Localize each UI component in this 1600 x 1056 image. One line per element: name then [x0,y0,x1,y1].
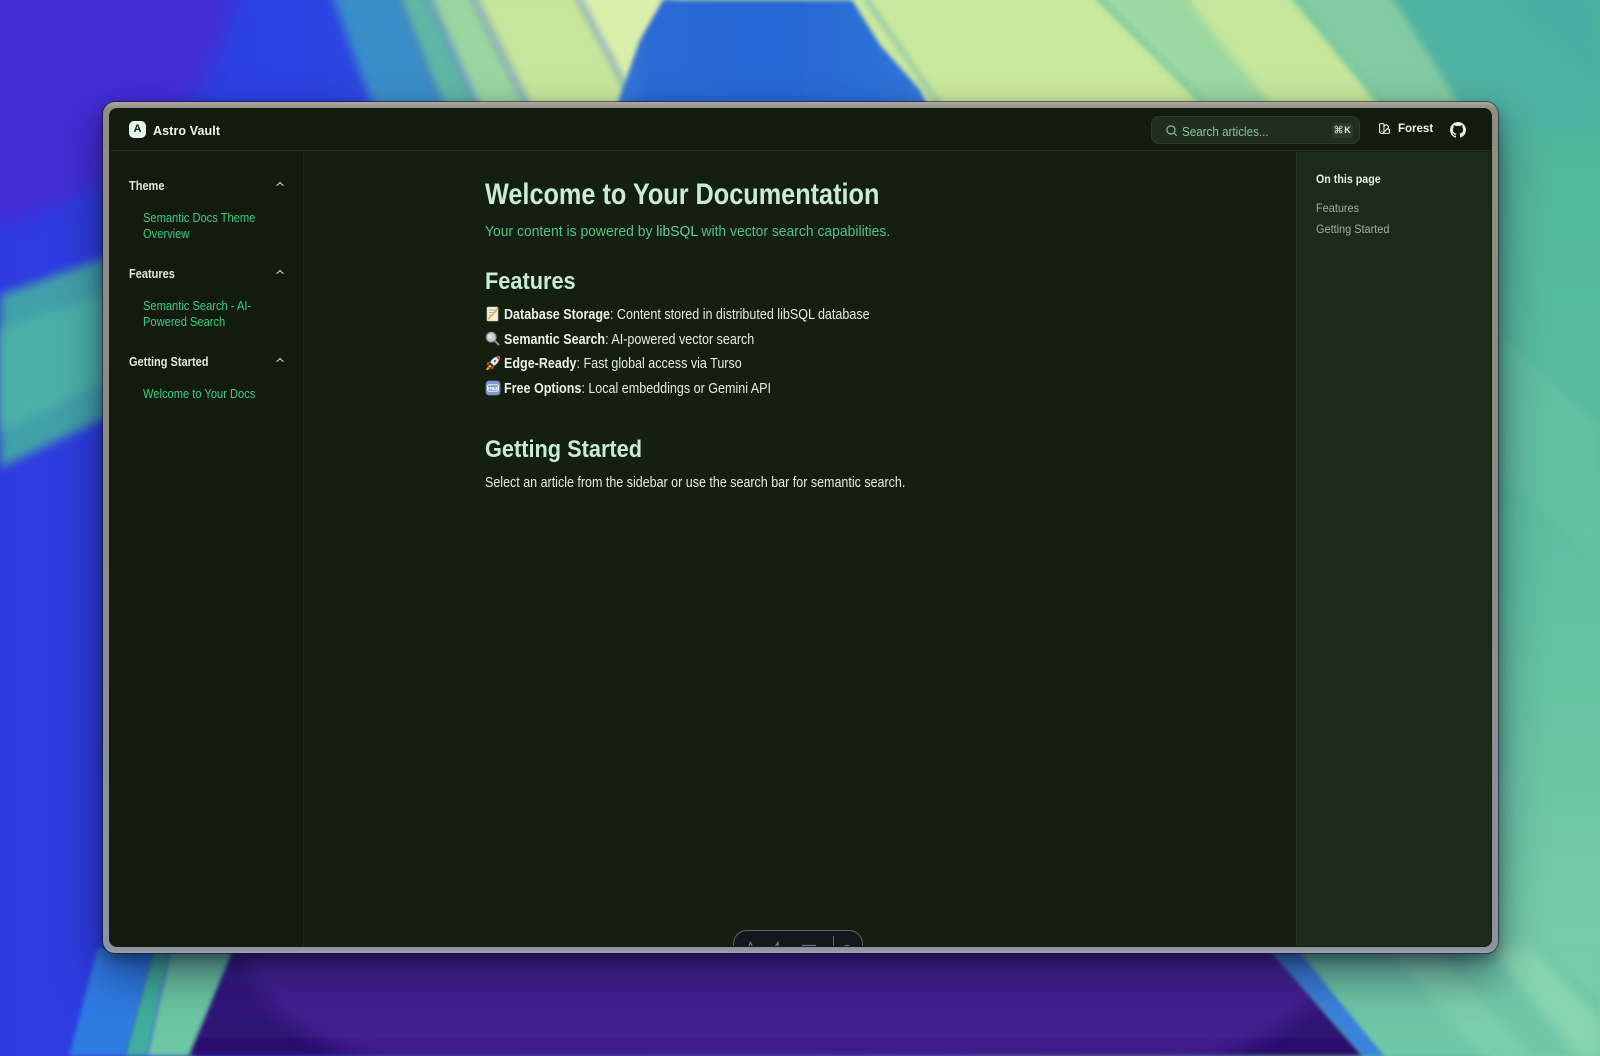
svg-text:FREE: FREE [487,386,498,391]
